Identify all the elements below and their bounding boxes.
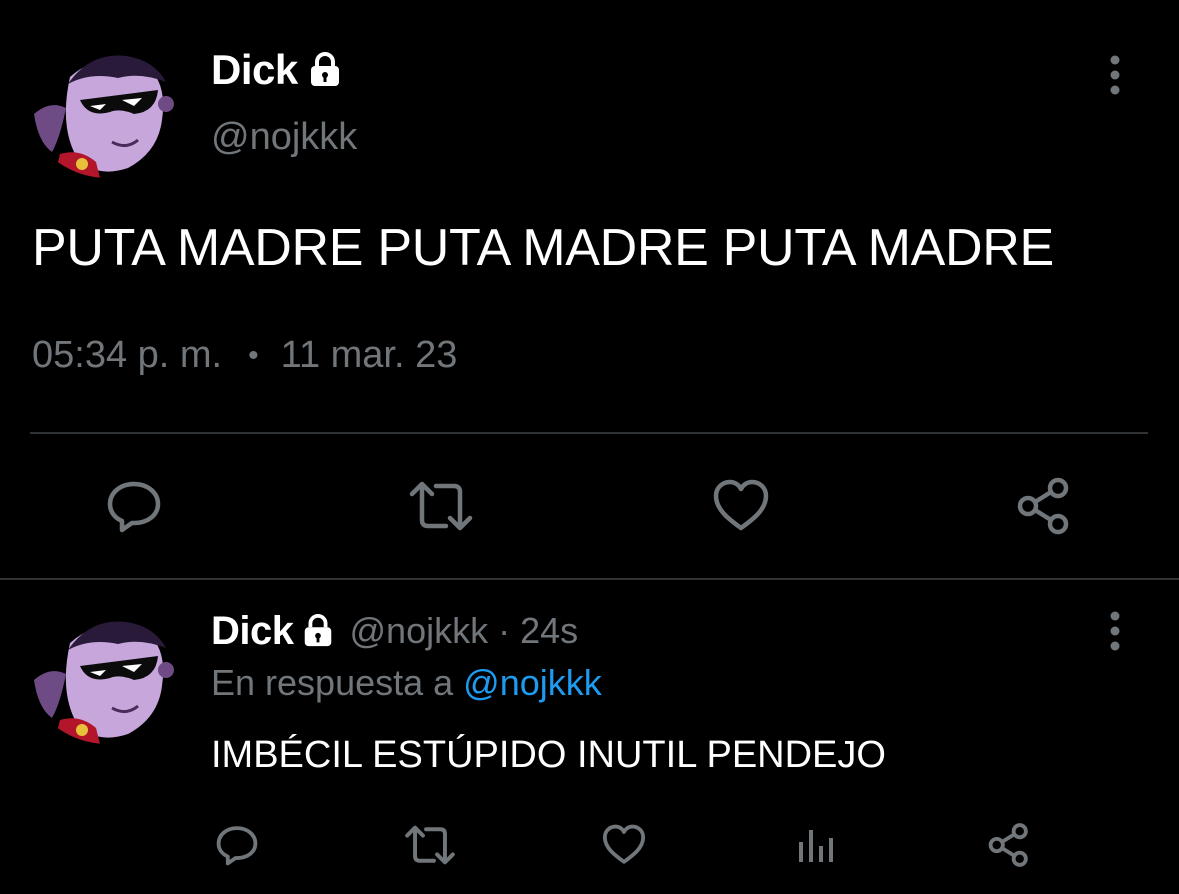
retweet-button[interactable] [404, 822, 456, 868]
reply-tweet[interactable]: Dick @nojkkk · 24s En respuesta a @nojkk… [0, 580, 1179, 894]
lock-icon [300, 613, 336, 649]
tweet-actions [0, 818, 1179, 878]
reply-prefix: En respuesta a [211, 662, 454, 703]
like-icon [713, 479, 769, 531]
reply-to-handle-link[interactable]: @nojkkk [463, 662, 602, 703]
share-button[interactable] [986, 822, 1032, 868]
reply-header: Dick @nojkkk · 24s [211, 606, 578, 656]
share-icon [1017, 477, 1069, 535]
tweet-text: PUTA MADRE PUTA MADRE PUTA MADRE [32, 219, 1054, 277]
retweet-icon [405, 825, 455, 865]
main-tweet: Dick @nojkkk PUTA MADRE PUTA MADRE PUTA … [0, 0, 1179, 578]
avatar-image [30, 608, 186, 744]
avatar[interactable] [30, 608, 186, 744]
like-button[interactable] [600, 822, 648, 868]
reply-context: En respuesta a @nojkkk [211, 662, 602, 704]
author-name[interactable]: Dick [211, 609, 294, 654]
header-separator: · [498, 610, 511, 651]
retweet-button[interactable] [408, 478, 474, 534]
avatar[interactable] [30, 42, 186, 178]
tweet-time-ago[interactable]: 24s [520, 610, 578, 652]
tweet-actions [0, 470, 1179, 550]
avatar-image [30, 42, 186, 178]
reply-icon [216, 826, 258, 866]
share-icon [988, 823, 1028, 867]
author-name[interactable]: Dick [211, 46, 298, 94]
retweet-icon [409, 481, 473, 531]
analytics-icon [799, 830, 833, 862]
tweet-date[interactable]: 11 mar. 23 [281, 334, 458, 377]
analytics-button[interactable] [796, 824, 838, 866]
tweet-text: IMBÉCIL ESTÚPIDO INUTIL PENDEJO [211, 734, 886, 776]
lock-icon [306, 51, 344, 89]
meta-separator: • [248, 338, 259, 372]
author-handle[interactable]: @nojkkk [211, 116, 357, 159]
divider [30, 432, 1148, 434]
tweet-time[interactable]: 05:34 p. m. [32, 334, 222, 377]
reply-button[interactable] [214, 822, 260, 868]
author-handle[interactable]: @nojkkk [350, 610, 489, 652]
reply-icon [107, 481, 161, 533]
like-icon [602, 824, 646, 864]
more-options-icon[interactable] [1105, 610, 1125, 652]
reply-button[interactable] [104, 476, 164, 536]
like-button[interactable] [710, 476, 772, 536]
share-button[interactable] [1014, 476, 1074, 536]
tweet-timestamp: 05:34 p. m. • 11 mar. 23 [32, 334, 457, 377]
author-row: Dick [211, 44, 344, 96]
more-options-icon[interactable] [1105, 54, 1125, 96]
